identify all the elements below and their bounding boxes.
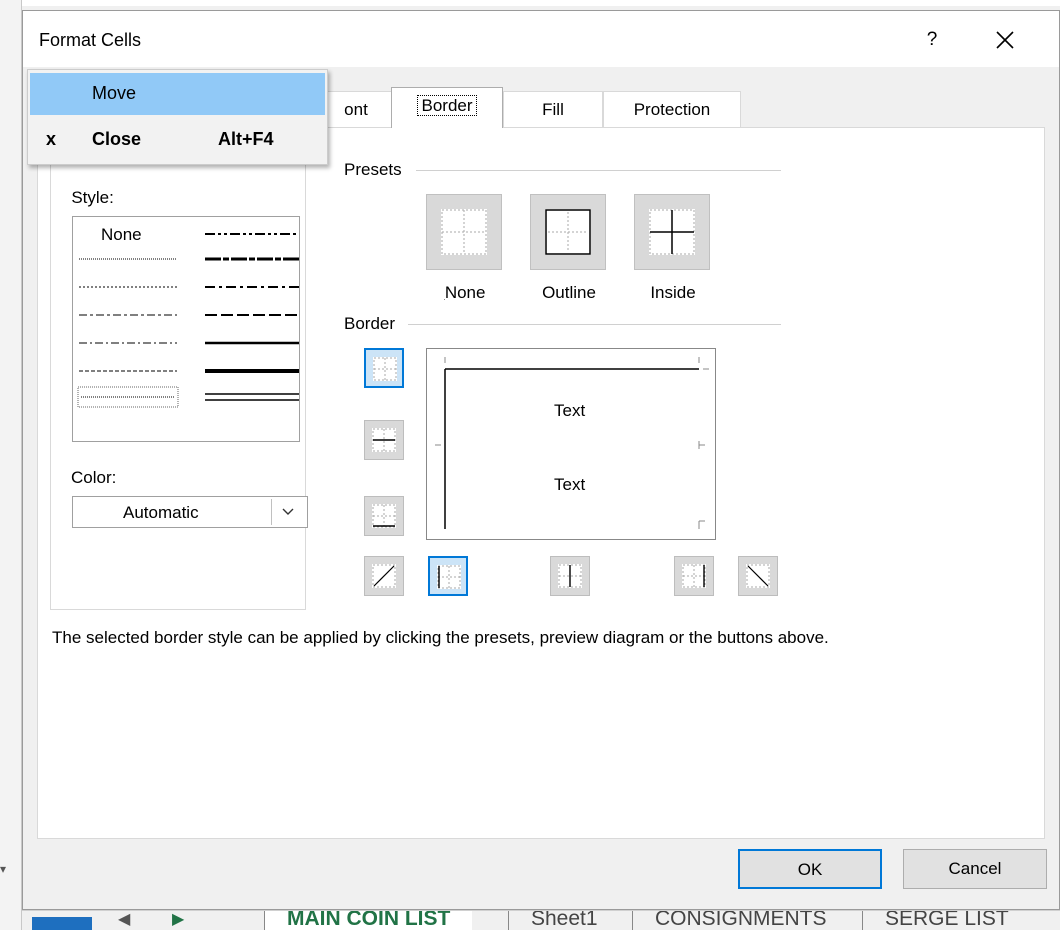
tab-protection-label: Protection bbox=[633, 100, 711, 119]
style-label: SStyle: bbox=[71, 188, 114, 208]
border-top-button[interactable] bbox=[364, 348, 404, 388]
border-right-button[interactable] bbox=[674, 556, 714, 596]
border-inside-horizontal-button[interactable] bbox=[364, 420, 404, 460]
preset-inside-label: Inside bbox=[628, 283, 718, 303]
border-inside-horizontal-icon bbox=[372, 428, 396, 452]
menu-move-label: Move bbox=[92, 83, 137, 103]
border-diagonal-up-button[interactable] bbox=[364, 556, 404, 596]
close-marker-icon: x bbox=[46, 129, 57, 149]
dialog-title: Format Cells bbox=[39, 30, 142, 50]
border-left-button[interactable] bbox=[428, 556, 468, 596]
menu-close-shortcut: Alt+F4 bbox=[218, 129, 274, 149]
border-top-icon bbox=[373, 357, 397, 381]
border-bottom-button[interactable] bbox=[364, 496, 404, 536]
ok-button[interactable]: OK bbox=[738, 849, 882, 889]
sheet-tab-serge-list[interactable]: SERGE LIST bbox=[862, 911, 1031, 930]
preset-none-button[interactable] bbox=[426, 194, 502, 270]
border-inside-vertical-icon bbox=[558, 564, 582, 588]
sheet-next-icon[interactable]: ▶ bbox=[172, 911, 184, 929]
scroll-arrow-icon[interactable]: ▾ bbox=[0, 862, 8, 876]
dialog-titlebar[interactable]: Format Cells ? bbox=[23, 11, 1059, 67]
tab-fill[interactable]: Fill bbox=[503, 91, 603, 127]
border-preview[interactable]: Text Text bbox=[426, 348, 716, 540]
sheet-prev-icon[interactable]: ◀ bbox=[118, 911, 130, 929]
help-button[interactable]: ? bbox=[917, 25, 947, 55]
preset-none-text: None bbox=[444, 283, 486, 302]
preset-outline-text: Outline bbox=[542, 283, 596, 302]
border-left-icon bbox=[437, 565, 461, 589]
sheet-tab-consignments[interactable]: CONSIGNMENTS bbox=[632, 911, 849, 930]
tab-font-label: ont bbox=[344, 100, 368, 119]
border-label: Border bbox=[344, 314, 396, 333]
menu-item-close[interactable]: x Close Alt+F4 bbox=[30, 119, 325, 161]
preset-outline-button[interactable] bbox=[530, 194, 606, 270]
border-divider bbox=[408, 324, 781, 325]
sheet-tab-bar: ◀ ▶ MAIN COIN LIST Sheet1 CONSIGNMENTS S… bbox=[22, 910, 1060, 930]
presets-divider bbox=[416, 170, 781, 171]
close-icon[interactable] bbox=[985, 23, 1025, 57]
preview-text-bottom: Text bbox=[554, 475, 586, 494]
preset-inside-button[interactable] bbox=[634, 194, 710, 270]
border-inside-vertical-button[interactable] bbox=[550, 556, 590, 596]
tab-fill-label: Fill bbox=[542, 100, 564, 119]
border-tab-panel: SStyle: None bbox=[37, 127, 1045, 839]
style-label-text: Style: bbox=[71, 188, 114, 207]
border-diagonal-down-button[interactable] bbox=[738, 556, 778, 596]
preset-none-icon bbox=[441, 209, 487, 255]
sheet-tab-main-coin-list[interactable]: MAIN COIN LIST bbox=[264, 911, 473, 930]
menu-item-move[interactable]: Move bbox=[30, 73, 325, 115]
preset-inside-icon bbox=[649, 209, 695, 255]
excel-row-header-strip bbox=[0, 0, 22, 930]
preview-text-top: Text bbox=[554, 401, 586, 420]
tab-font[interactable]: ont bbox=[319, 91, 393, 127]
presets-label: Presets bbox=[344, 160, 402, 179]
color-dropdown[interactable]: Automatic bbox=[72, 496, 308, 528]
border-description: The selected border style can be applied… bbox=[52, 628, 829, 647]
tab-border-label: Border bbox=[417, 95, 477, 116]
border-right-icon bbox=[682, 564, 706, 588]
status-block bbox=[32, 917, 92, 930]
border-bottom-icon bbox=[372, 504, 396, 528]
preview-lines bbox=[435, 357, 709, 529]
chevron-down-icon[interactable] bbox=[271, 499, 303, 525]
color-label: Color: bbox=[71, 468, 117, 487]
sheet-tab-sheet1[interactable]: Sheet1 bbox=[508, 911, 620, 930]
preset-outline-icon bbox=[545, 209, 591, 255]
system-menu: Move x Close Alt+F4 bbox=[27, 69, 328, 165]
line-style-list[interactable]: None bbox=[72, 216, 300, 442]
color-value: Automatic bbox=[123, 503, 199, 522]
cancel-button[interactable]: Cancel bbox=[903, 849, 1047, 889]
tab-protection[interactable]: Protection bbox=[603, 91, 741, 127]
excel-formula-bar-fragment bbox=[22, 0, 1060, 6]
line-style-swatches[interactable] bbox=[73, 217, 301, 443]
border-diagonal-up-icon bbox=[372, 564, 396, 588]
preset-none-label: NNone bbox=[420, 283, 510, 303]
border-diagonal-down-icon bbox=[746, 564, 770, 588]
preset-inside-text: Inside bbox=[650, 283, 696, 302]
menu-close-label: Close bbox=[92, 129, 142, 149]
tab-border[interactable]: Border bbox=[391, 87, 503, 128]
preset-outline-label: Outline bbox=[524, 283, 614, 303]
